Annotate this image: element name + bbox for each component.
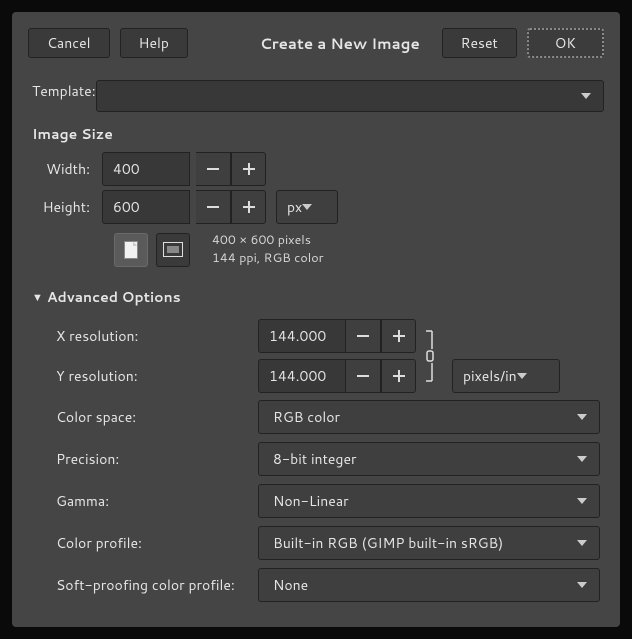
advanced-options-toggle[interactable]: ▼ Advanced Options	[32, 287, 604, 307]
resolution-unit-select[interactable]: pixels/in	[452, 359, 560, 393]
cancel-button[interactable]: Cancel	[28, 28, 110, 58]
gamma-label: Gamma:	[56, 491, 258, 511]
precision-value: 8-bit integer	[273, 449, 356, 469]
image-info: 400 × 600 pixels 144 ppi, RGB color	[212, 232, 324, 267]
soft-proof-label: Soft-proofing color profile:	[56, 575, 258, 595]
help-button[interactable]: Help	[120, 28, 188, 58]
precision-select[interactable]: 8-bit integer	[258, 442, 600, 476]
portrait-icon	[124, 241, 138, 259]
gamma-select[interactable]: Non-Linear	[258, 484, 600, 518]
template-select[interactable]	[96, 80, 604, 112]
xres-decrement-button[interactable]	[346, 319, 381, 353]
triangle-down-icon: ▼	[32, 289, 43, 305]
width-decrement-button[interactable]	[196, 152, 231, 186]
advanced-options-body: X resolution: Y resolution:	[56, 319, 600, 603]
image-size-title: Image Size	[32, 124, 604, 144]
template-label: Template:	[32, 81, 96, 101]
color-profile-label: Color profile:	[56, 533, 258, 553]
y-resolution-input[interactable]	[258, 359, 346, 393]
new-image-dialog: Cancel Help Create a New Image Reset OK …	[12, 12, 620, 627]
chevron-down-icon	[577, 582, 587, 588]
precision-label: Precision:	[56, 449, 258, 469]
dialog-title: Create a New Image	[260, 33, 420, 54]
gamma-value: Non-Linear	[273, 491, 349, 511]
color-space-value: RGB color	[273, 407, 340, 427]
height-label: Height:	[42, 197, 96, 217]
yres-increment-button[interactable]	[381, 359, 416, 393]
resolution-unit-value: pixels/in	[463, 366, 517, 386]
soft-proof-value: None	[273, 575, 308, 595]
height-decrement-button[interactable]	[196, 190, 231, 224]
color-profile-value: Built-in RGB (GIMP built-in sRGB)	[273, 533, 503, 553]
chevron-down-icon	[581, 93, 591, 99]
chain-link-icon	[424, 329, 436, 383]
chevron-down-icon	[577, 540, 587, 546]
ok-button[interactable]: OK	[527, 28, 604, 58]
resolution-link-toggle[interactable]	[416, 329, 438, 383]
size-unit-select[interactable]: px	[276, 190, 338, 224]
chevron-down-icon	[577, 414, 587, 420]
xres-increment-button[interactable]	[381, 319, 416, 353]
orientation-landscape-button[interactable]	[156, 233, 190, 267]
info-dimensions: 400 × 600 pixels	[212, 232, 324, 250]
color-space-select[interactable]: RGB color	[258, 400, 600, 434]
dialog-header: Cancel Help Create a New Image Reset OK	[28, 28, 604, 58]
landscape-icon	[163, 242, 183, 257]
color-profile-select[interactable]: Built-in RGB (GIMP built-in sRGB)	[258, 526, 600, 560]
orientation-portrait-button[interactable]	[114, 233, 148, 267]
chevron-down-icon	[577, 498, 587, 504]
advanced-options-title: Advanced Options	[47, 287, 181, 307]
reset-button[interactable]: Reset	[442, 28, 517, 58]
width-increment-button[interactable]	[231, 152, 266, 186]
height-input[interactable]	[102, 190, 190, 224]
width-input[interactable]	[102, 152, 190, 186]
y-resolution-label: Y resolution:	[56, 359, 258, 393]
height-increment-button[interactable]	[231, 190, 266, 224]
width-label: Width:	[42, 159, 96, 179]
info-resolution: 144 ppi, RGB color	[212, 250, 324, 268]
x-resolution-label: X resolution:	[56, 319, 258, 353]
color-space-label: Color space:	[56, 407, 258, 427]
size-unit-value: px	[287, 197, 302, 217]
x-resolution-input[interactable]	[258, 319, 346, 353]
chevron-down-icon	[517, 373, 527, 379]
yres-decrement-button[interactable]	[346, 359, 381, 393]
chevron-down-icon	[577, 456, 587, 462]
soft-proof-select[interactable]: None	[258, 568, 600, 602]
chevron-down-icon	[302, 204, 312, 210]
